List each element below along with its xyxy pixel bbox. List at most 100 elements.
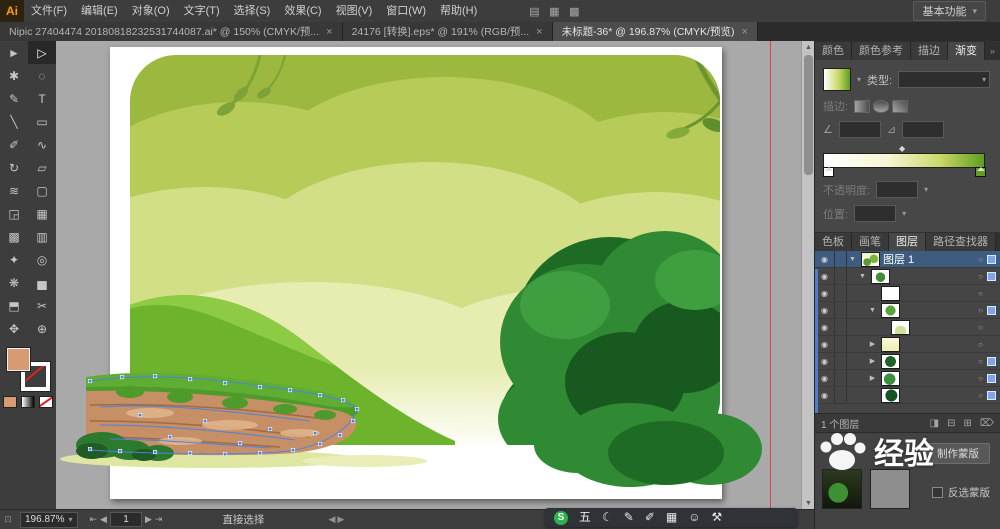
close-icon[interactable]: × (741, 26, 747, 38)
lock-toggle-cell[interactable] (835, 353, 847, 369)
toolbox-icon[interactable]: ⚒ (712, 508, 723, 527)
layer-row-4[interactable]: ◉ ▼ ○ (815, 302, 1000, 319)
width-tool[interactable]: ≋ (0, 179, 28, 202)
vertical-scrollbar[interactable]: ▲ ▼ (801, 41, 815, 510)
layer-thumbnail[interactable] (881, 387, 900, 403)
tab-swatches[interactable]: 色板 (815, 233, 852, 251)
scroll-right-icon[interactable]: ▶ (337, 514, 344, 525)
selection-square[interactable] (987, 254, 996, 264)
layer-thumbnail[interactable] (881, 285, 900, 301)
selection-square[interactable] (987, 373, 996, 383)
stroke-gradient-within-icon[interactable] (854, 99, 871, 113)
artwork-scene[interactable] (60, 47, 762, 499)
artboard-tool[interactable]: ⬒ (0, 294, 28, 317)
selection-square[interactable] (987, 305, 996, 315)
layer-row-5[interactable]: ◉ ○ (815, 319, 1000, 336)
document-tab-1[interactable]: Nipic 27404474 20180818232531744087.ai* … (0, 22, 343, 41)
first-artboard-icon[interactable]: ⇤ (90, 514, 98, 525)
tab-layers[interactable]: 图层 (889, 233, 926, 251)
tab-pathfinder[interactable]: 路径查找器 (926, 233, 996, 251)
layer-thumbnail[interactable] (891, 319, 910, 335)
expand-triangle-icon[interactable]: ▼ (847, 256, 858, 263)
gradient-slider[interactable]: ◆ (823, 144, 986, 177)
layer-thumbnail[interactable] (881, 336, 900, 352)
gradient-type-select[interactable]: ▾ (898, 71, 991, 88)
tab-gradient[interactable]: 渐变 (948, 42, 985, 60)
target-circle-icon[interactable]: ○ (978, 374, 983, 383)
gradient-midpoint-icon[interactable]: ◆ (899, 144, 905, 153)
layer-thumbnail[interactable] (881, 302, 900, 318)
visibility-eye-icon[interactable]: ◉ (815, 370, 835, 386)
target-circle-icon[interactable]: ○ (978, 391, 983, 400)
visibility-eye-icon[interactable]: ◉ (815, 336, 835, 352)
people-icon[interactable]: ☺ (688, 508, 700, 527)
visibility-eye-icon[interactable]: ◉ (815, 302, 835, 318)
last-artboard-icon[interactable]: ⇥ (155, 514, 163, 525)
status-grid-icon[interactable]: ⊡ (0, 514, 16, 525)
lock-toggle-cell[interactable] (835, 370, 847, 386)
document-tab-2[interactable]: 24176 [转换].eps* @ 191% (RGB/预... × (342, 22, 553, 41)
rotate-tool[interactable]: ↻ (0, 156, 28, 179)
new-layer-icon[interactable]: ⊞ (963, 418, 971, 429)
target-circle-icon[interactable]: ○ (978, 255, 983, 264)
lock-toggle-cell[interactable] (835, 319, 847, 335)
visibility-eye-icon[interactable]: ◉ (815, 319, 835, 335)
direct-selection-tool[interactable]: ▷ (28, 41, 56, 64)
grid-icon[interactable]: ▦ (666, 508, 677, 527)
layer-row-9[interactable]: ◉ ○ (815, 387, 1000, 404)
visibility-eye-icon[interactable]: ◉ (815, 353, 835, 369)
checkbox-icon[interactable] (932, 487, 943, 498)
free-transform-tool[interactable]: ▢ (28, 179, 56, 202)
brush-icon[interactable]: ✐ (645, 508, 655, 527)
tab-stroke[interactable]: 描边 (911, 42, 948, 60)
magic-wand-tool[interactable]: ✱ (0, 64, 28, 87)
target-circle-icon[interactable]: ○ (978, 357, 983, 366)
lock-toggle-cell[interactable] (835, 387, 847, 403)
canvas-pasteboard[interactable]: ▲ ▼ (56, 41, 815, 510)
selection-square[interactable] (987, 390, 996, 400)
horizontal-scrollbar[interactable]: ◀ ▶ (328, 514, 344, 525)
expand-triangle-icon[interactable]: ▶ (867, 340, 878, 348)
selection-tool[interactable]: ► (0, 41, 28, 64)
ime-mode[interactable]: 五 (579, 508, 591, 527)
blend-tool[interactable]: ◎ (28, 248, 56, 271)
none-mode-icon[interactable] (39, 396, 53, 408)
chevron-down-icon[interactable]: ▾ (857, 75, 861, 84)
prev-artboard-icon[interactable]: ◀ (100, 514, 107, 525)
layer-thumbnail[interactable] (871, 268, 890, 284)
target-circle-icon[interactable]: ○ (978, 272, 983, 281)
moon-icon[interactable]: ☾ (602, 508, 613, 527)
next-artboard-icon[interactable]: ▶ (145, 514, 152, 525)
menu-select[interactable]: 选择(S) (227, 0, 278, 22)
color-mode-icon[interactable] (3, 396, 17, 408)
document-tab-3-active[interactable]: 未标题-36* @ 196.87% (CMYK/预览) × (552, 22, 758, 41)
workspace-switcher[interactable]: 基本功能 ▾ (913, 1, 986, 21)
lock-toggle-cell[interactable] (835, 251, 847, 267)
tab-color[interactable]: 颜色 (815, 42, 852, 60)
expand-triangle-icon[interactable]: ▼ (867, 307, 878, 314)
visibility-eye-icon[interactable]: ◉ (815, 251, 835, 267)
pen-tool[interactable]: ✎ (0, 87, 28, 110)
target-circle-icon[interactable]: ○ (978, 340, 983, 349)
close-icon[interactable]: × (536, 26, 542, 38)
layer-thumbnail[interactable] (881, 370, 900, 386)
layer-name[interactable]: 图层 1 (883, 251, 978, 267)
expand-triangle-icon[interactable]: ▶ (867, 357, 878, 365)
scale-tool[interactable]: ▱ (28, 156, 56, 179)
panel-menu-icon[interactable]: ☰ (996, 233, 1000, 251)
expand-triangle-icon[interactable]: ▼ (857, 273, 868, 280)
target-circle-icon[interactable]: ○ (978, 289, 983, 298)
visibility-eye-icon[interactable]: ◉ (815, 387, 835, 403)
hand-tool[interactable]: ✥ (0, 317, 28, 340)
layer-thumbnail[interactable] (861, 251, 880, 267)
gradient-opacity-input[interactable] (876, 181, 919, 198)
layer-row-6[interactable]: ◉ ▶ ○ (815, 336, 1000, 353)
menu-view[interactable]: 视图(V) (329, 0, 380, 22)
rectangle-tool[interactable]: ▭ (28, 110, 56, 133)
shape-builder-tool[interactable]: ◲ (0, 202, 28, 225)
zoom-control[interactable]: 196.87% ▾ (20, 511, 78, 528)
zoom-tool[interactable]: ⊕ (28, 317, 56, 340)
menu-window[interactable]: 窗口(W) (379, 0, 433, 22)
selection-square[interactable] (987, 271, 996, 281)
lock-toggle-cell[interactable] (835, 336, 847, 352)
